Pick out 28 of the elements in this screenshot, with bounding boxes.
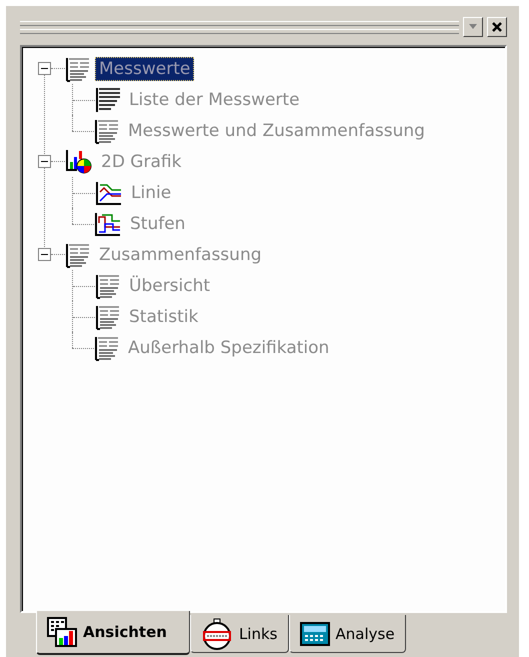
chart-icon [65, 148, 93, 176]
tab[interactable]: Links [190, 615, 288, 653]
list-icon [95, 86, 121, 112]
tree-item[interactable]: Statistik [125, 304, 202, 328]
tree-item[interactable]: Stufen [126, 212, 190, 236]
report-icon [94, 118, 120, 144]
line-chart-icon [95, 180, 123, 206]
collapse-icon[interactable] [38, 248, 51, 261]
report-icon [94, 334, 120, 360]
collapse-icon[interactable] [38, 155, 51, 168]
tree-item[interactable]: Außerhalb Spezifikation [124, 336, 334, 360]
close-icon [491, 21, 503, 33]
tree-item[interactable]: Messwerte und Zusammenfassung [124, 118, 429, 142]
collapse-icon[interactable] [38, 62, 51, 75]
tab[interactable]: Analyse [288, 615, 406, 653]
calculator-icon [300, 622, 330, 646]
tree-item[interactable]: Liste der Messwerte [125, 88, 304, 112]
grip-bar[interactable] [20, 19, 459, 35]
window-chart-icon [47, 617, 77, 647]
tree-item[interactable]: Linie [127, 180, 176, 204]
bottle-icon [200, 618, 233, 650]
tree-item[interactable]: 2D Grafik [97, 150, 186, 174]
close-button[interactable] [487, 17, 507, 37]
tree-item[interactable]: Übersicht [125, 274, 214, 298]
tree-item[interactable]: Messwerte [95, 56, 194, 80]
step-chart-icon [94, 210, 122, 236]
tree-item[interactable]: Zusammenfassung [95, 242, 266, 266]
tab[interactable]: Ansichten [36, 611, 190, 655]
